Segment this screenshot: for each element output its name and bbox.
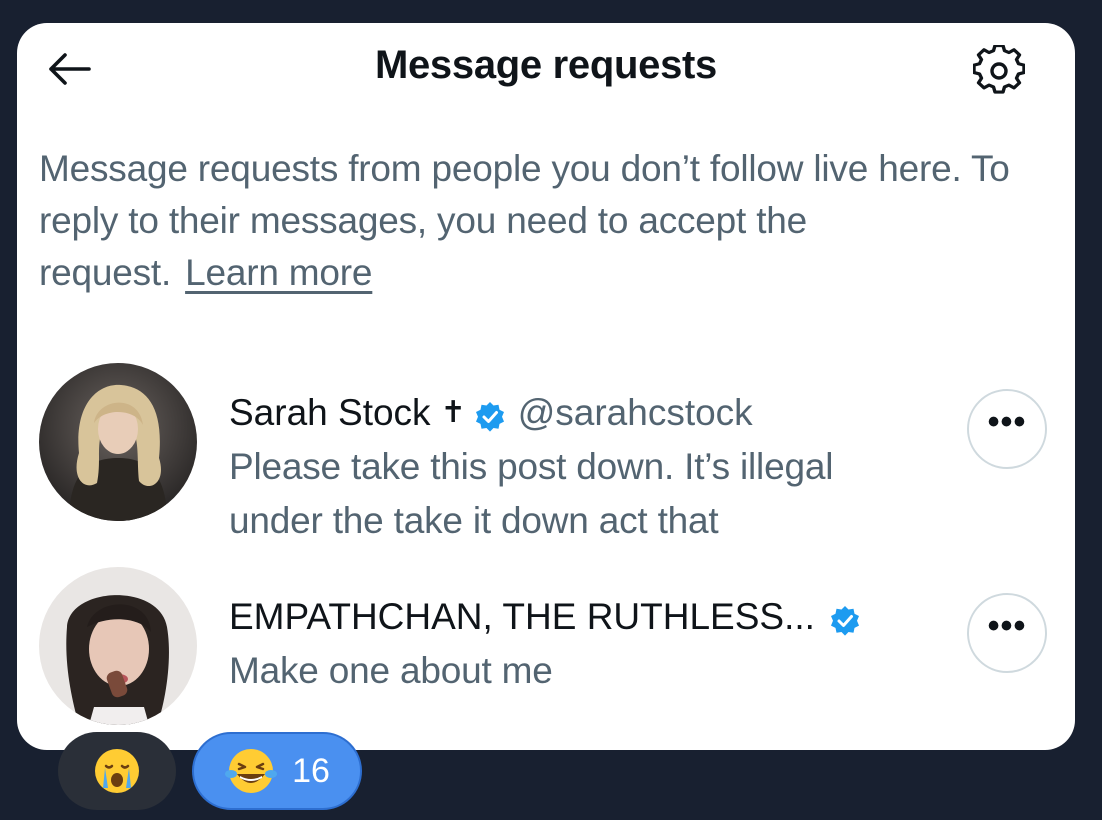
verified-badge-icon — [829, 601, 861, 636]
message-preview-line: under the take it down act that — [229, 500, 719, 541]
message-preview-line: Make one about me — [229, 650, 553, 691]
sender-line: Sarah Stock ✝ @sarahcstock — [229, 389, 949, 437]
learn-more-link[interactable]: Learn more — [185, 252, 372, 293]
message-requests-panel: Message requests Message requests from p… — [17, 23, 1075, 750]
more-icon: ••• — [987, 607, 1027, 645]
message-preview-line: Please take this post down. It’s illegal — [229, 446, 834, 487]
laugh-reaction-button[interactable]: 16 — [192, 732, 362, 810]
request-item[interactable]: Sarah Stock ✝ @sarahcstock Please take t… — [17, 363, 1075, 543]
sender-line: EMPATHCHAN, THE RUTHLESS... — [229, 593, 949, 641]
request-content: Sarah Stock ✝ @sarahcstock Please take t… — [229, 389, 949, 548]
reaction-count: 16 — [292, 751, 330, 790]
request-item[interactable]: EMPATHCHAN, THE RUTHLESS... Make one abo… — [17, 567, 1075, 747]
request-content: EMPATHCHAN, THE RUTHLESS... Make one abo… — [229, 593, 949, 698]
crying-face-icon — [95, 749, 139, 793]
reaction-bar: 16 — [0, 730, 1102, 820]
more-icon: ••• — [987, 403, 1027, 441]
sender-handle: @sarahcstock — [517, 392, 753, 433]
header: Message requests — [17, 23, 1075, 113]
verified-badge-icon — [474, 397, 506, 432]
tears-of-joy-icon — [225, 749, 278, 793]
sender-name: Sarah Stock — [229, 392, 431, 433]
gear-icon — [973, 45, 1025, 94]
sender-name: EMPATHCHAN, THE RUTHLESS... — [229, 596, 815, 637]
cross-symbol: ✝ — [440, 396, 466, 429]
avatar-image — [39, 363, 197, 521]
page-title: Message requests — [374, 43, 718, 87]
request-description: Message requests from people you don’t f… — [39, 143, 1049, 299]
more-options-button[interactable]: ••• — [967, 389, 1047, 469]
cry-reaction-button[interactable] — [58, 732, 176, 810]
avatar[interactable] — [39, 567, 197, 725]
avatar[interactable] — [39, 363, 197, 521]
settings-button[interactable] — [969, 45, 1029, 97]
more-options-button[interactable]: ••• — [967, 593, 1047, 673]
avatar-image — [39, 567, 197, 725]
